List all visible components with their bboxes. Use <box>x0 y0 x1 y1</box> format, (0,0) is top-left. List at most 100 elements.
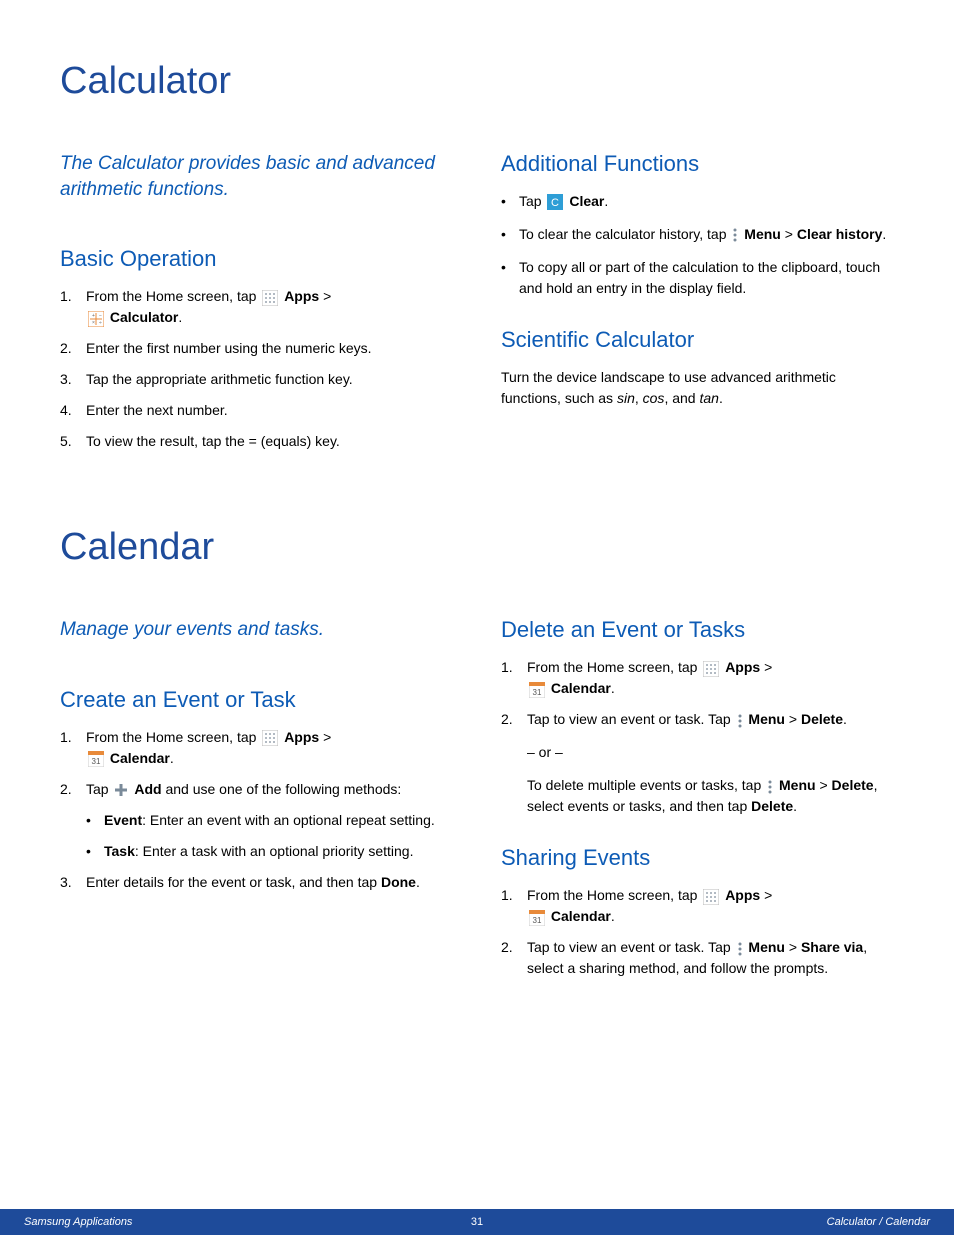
calendar-left-column: Manage your events and tasks. Create an … <box>60 617 453 989</box>
delete-label: Delete <box>832 777 874 793</box>
text: To clear the calculator history, tap <box>519 226 730 242</box>
additional-bullet-1: Tap C Clear. <box>501 191 894 212</box>
text: . <box>416 874 420 890</box>
calendar-icon: 31 <box>529 682 545 698</box>
text: . <box>170 750 174 766</box>
text: From the Home screen, tap <box>86 288 260 304</box>
text: > <box>816 777 832 793</box>
basic-step-5: To view the result, tap the = (equals) k… <box>60 431 453 452</box>
svg-text:×: × <box>92 320 95 326</box>
text: . <box>611 908 615 924</box>
text: > <box>760 659 772 675</box>
text: > <box>785 939 801 955</box>
text: To delete multiple events or tasks, tap <box>527 777 765 793</box>
text: , <box>635 390 643 406</box>
section-title-additional-functions: Additional Functions <box>501 151 894 177</box>
or-separator: – or – <box>501 742 894 763</box>
basic-step-2: Enter the first number using the numeric… <box>60 338 453 359</box>
add-label: Add <box>134 781 161 797</box>
menu-label: Menu <box>748 939 785 955</box>
sin-text: sin <box>617 390 635 406</box>
calendar-icon: 31 <box>88 751 104 767</box>
create-sub-event: Event: Enter an event with an optional r… <box>86 810 453 831</box>
calendar-label: Calendar <box>551 680 611 696</box>
menu-icon <box>737 713 743 729</box>
text: . <box>611 680 615 696</box>
text: From the Home screen, tap <box>86 729 260 745</box>
delete-alt: To delete multiple events or tasks, tap … <box>501 775 894 817</box>
create-step-3: Enter details for the event or task, and… <box>60 872 453 893</box>
create-step-1: From the Home screen, tap Apps > 31 Cale… <box>60 727 453 769</box>
page-title-calculator: Calculator <box>60 60 894 103</box>
calculator-right-column: Additional Functions Tap C Clear. To cle… <box>501 151 894 462</box>
calendar-icon: 31 <box>529 910 545 926</box>
menu-icon <box>737 941 743 957</box>
calendar-intro: Manage your events and tasks. <box>60 617 453 643</box>
add-icon <box>114 783 128 797</box>
text: > <box>319 729 331 745</box>
footer-page-number: 31 <box>471 1216 483 1228</box>
text: and use one of the following methods: <box>162 781 402 797</box>
text: : Enter an event with an optional repeat… <box>142 812 435 828</box>
menu-label: Menu <box>744 226 781 242</box>
footer-left: Samsung Applications <box>24 1216 132 1228</box>
delete-step-2: Tap to view an event or task. Tap Menu >… <box>501 709 894 730</box>
scientific-paragraph: Turn the device landscape to use advance… <box>501 367 894 409</box>
svg-text:31: 31 <box>533 916 542 925</box>
calculator-label: Calculator <box>110 309 178 325</box>
share-via-label: Share via <box>801 939 863 955</box>
text: Tap to view an event or task. Tap <box>527 939 735 955</box>
delete-label-2: Delete <box>751 798 793 814</box>
cos-text: cos <box>643 390 665 406</box>
menu-label: Menu <box>748 711 785 727</box>
apps-icon <box>703 661 719 677</box>
page-footer: Samsung Applications 31 Calculator / Cal… <box>0 1209 954 1235</box>
text: . <box>178 309 182 325</box>
additional-bullet-2: To clear the calculator history, tap Men… <box>501 224 894 245</box>
svg-text:31: 31 <box>92 757 101 766</box>
delete-step-1: From the Home screen, tap Apps > 31 Cale… <box>501 657 894 699</box>
apps-icon <box>703 889 719 905</box>
svg-text:31: 31 <box>533 688 542 697</box>
text: . <box>882 226 886 242</box>
calculator-icon: +−×÷ <box>88 311 104 327</box>
section-title-delete-event-tasks: Delete an Event or Tasks <box>501 617 894 643</box>
delete-label: Delete <box>801 711 843 727</box>
text: . <box>604 193 608 209</box>
apps-icon <box>262 290 278 306</box>
create-step-2: Tap Add and use one of the following met… <box>60 779 453 862</box>
basic-step-1: From the Home screen, tap Apps > +−×÷ Ca… <box>60 286 453 328</box>
apps-icon <box>262 730 278 746</box>
svg-text:−: − <box>99 313 102 319</box>
sharing-step-2: Tap to view an event or task. Tap Menu >… <box>501 937 894 979</box>
calendar-label: Calendar <box>110 750 170 766</box>
text: > <box>319 288 331 304</box>
text: Tap to view an event or task. Tap <box>527 711 735 727</box>
apps-label: Apps <box>725 887 760 903</box>
section-title-sharing-events: Sharing Events <box>501 845 894 871</box>
apps-label: Apps <box>284 729 319 745</box>
calculator-left-column: The Calculator provides basic and advanc… <box>60 151 453 462</box>
menu-icon <box>732 227 738 243</box>
done-label: Done <box>381 874 416 890</box>
svg-text:C: C <box>551 197 559 209</box>
text: > <box>785 711 801 727</box>
basic-step-3: Tap the appropriate arithmetic function … <box>60 369 453 390</box>
page-title-calendar: Calendar <box>60 526 894 569</box>
additional-bullet-3: To copy all or part of the calculation t… <box>501 257 894 299</box>
section-title-scientific-calculator: Scientific Calculator <box>501 327 894 353</box>
text: From the Home screen, tap <box>527 659 701 675</box>
text: From the Home screen, tap <box>527 887 701 903</box>
text: : Enter a task with an optional priority… <box>135 843 414 859</box>
calendar-label: Calendar <box>551 908 611 924</box>
calculator-intro: The Calculator provides basic and advanc… <box>60 151 453 202</box>
text: > <box>760 887 772 903</box>
svg-text:÷: ÷ <box>99 320 102 326</box>
text: Tap <box>86 781 112 797</box>
clear-icon: C <box>547 194 563 210</box>
sharing-step-1: From the Home screen, tap Apps > 31 Cale… <box>501 885 894 927</box>
menu-icon <box>767 779 773 795</box>
create-sub-task: Task: Enter a task with an optional prio… <box>86 841 453 862</box>
text: > <box>781 226 797 242</box>
apps-label: Apps <box>725 659 760 675</box>
